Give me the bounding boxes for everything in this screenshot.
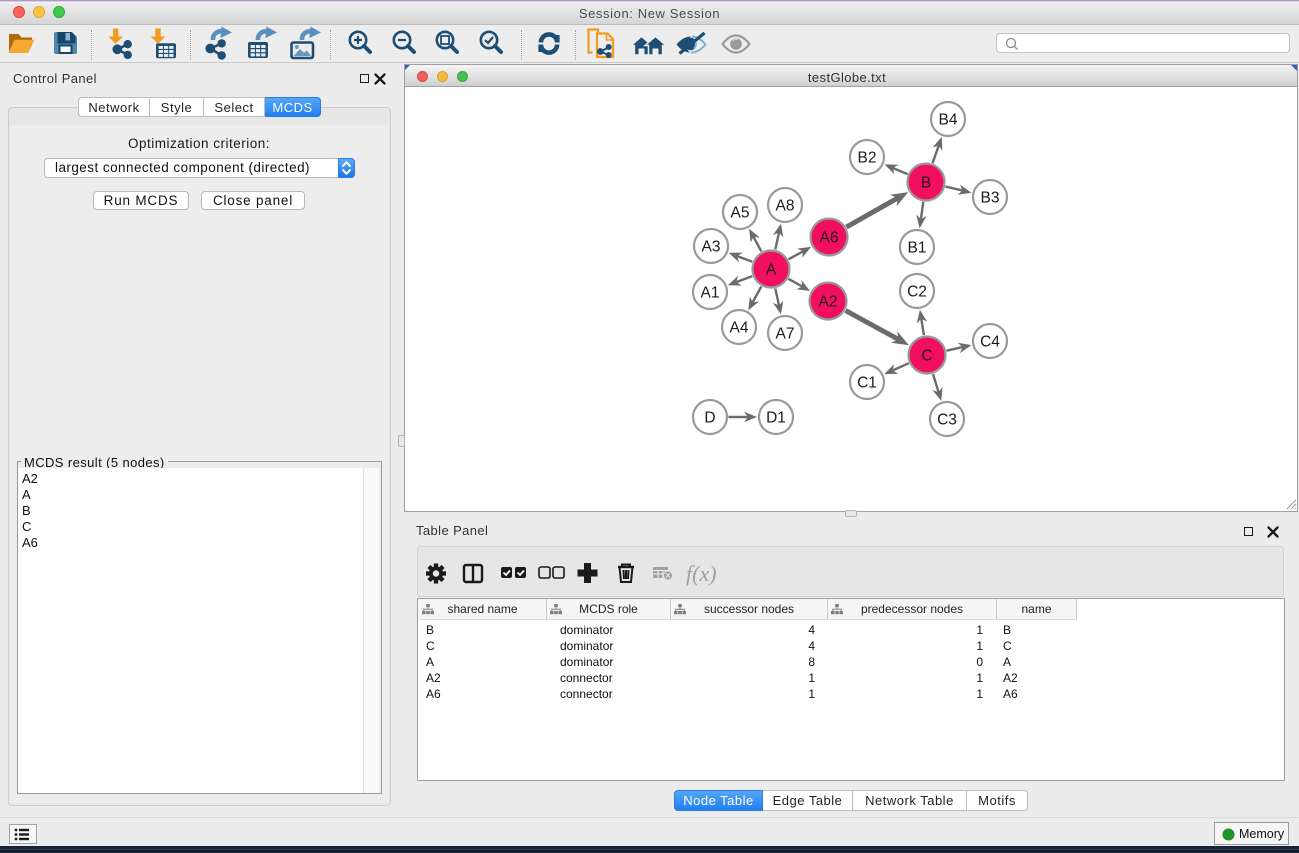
svg-text:C3: C3 — [937, 412, 957, 429]
svg-text:C2: C2 — [907, 284, 927, 301]
svg-text:A2: A2 — [819, 294, 838, 311]
svg-text:A: A — [766, 262, 777, 279]
svg-text:B: B — [921, 175, 931, 192]
svg-text:A5: A5 — [731, 205, 750, 222]
svg-text:C4: C4 — [980, 334, 1000, 351]
svg-text:A8: A8 — [776, 198, 795, 215]
svg-text:D: D — [704, 410, 715, 427]
svg-text:C1: C1 — [857, 375, 877, 392]
svg-text:A7: A7 — [776, 326, 795, 343]
svg-text:A3: A3 — [702, 239, 721, 256]
svg-text:A6: A6 — [820, 230, 839, 247]
svg-text:B4: B4 — [939, 112, 958, 129]
svg-text:D1: D1 — [766, 410, 786, 427]
svg-text:C: C — [921, 348, 932, 365]
svg-text:B2: B2 — [858, 150, 877, 167]
svg-text:A4: A4 — [730, 320, 749, 337]
svg-text:f(x): f(x) — [686, 561, 717, 586]
svg-text:A1: A1 — [701, 285, 720, 302]
svg-text:B1: B1 — [908, 240, 927, 257]
svg-text:B3: B3 — [981, 190, 1000, 207]
